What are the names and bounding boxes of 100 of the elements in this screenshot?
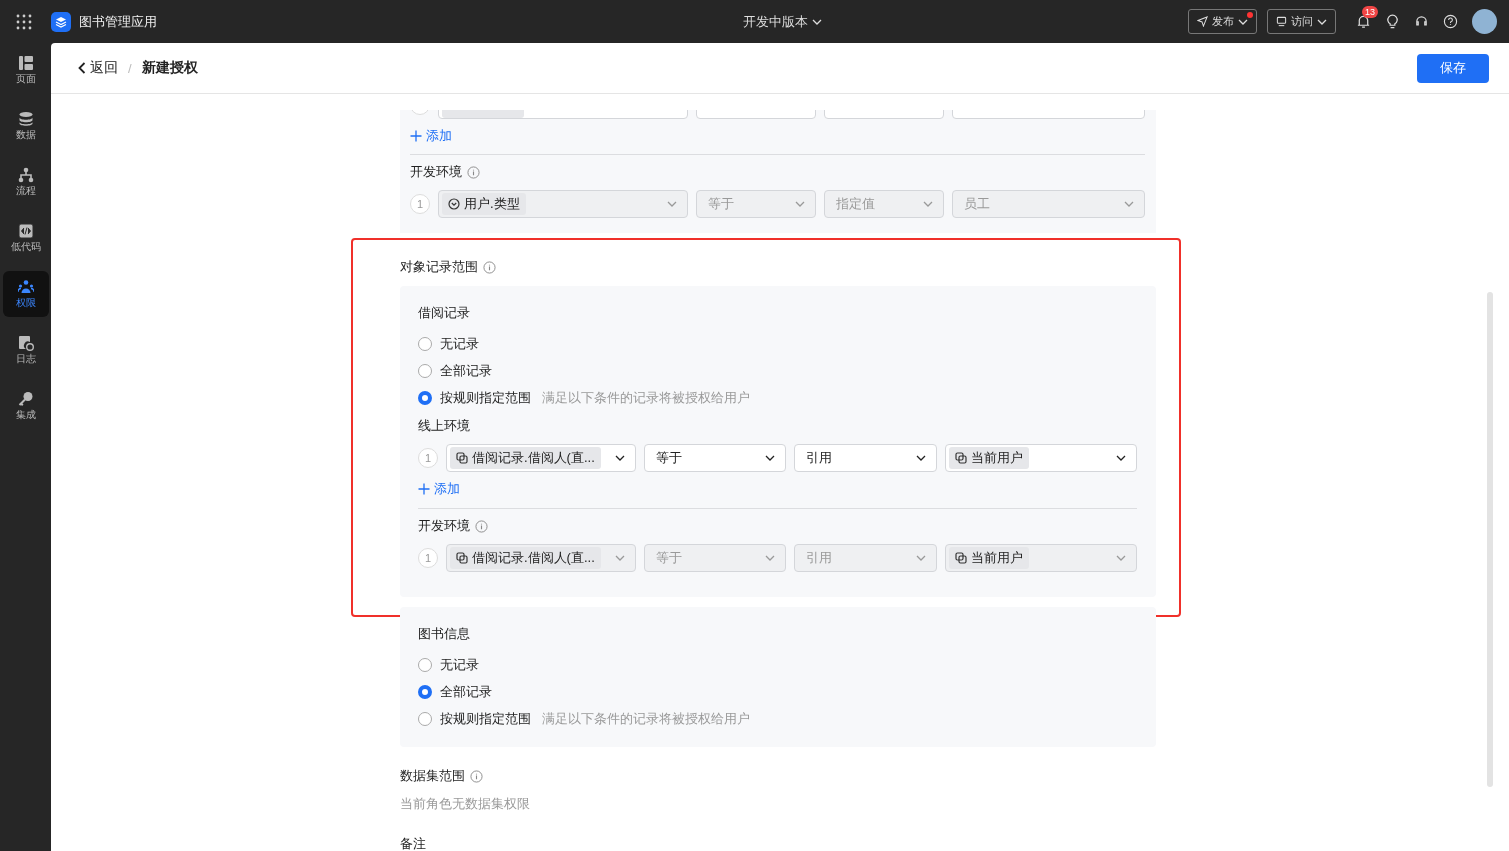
chevron-down-icon	[615, 455, 625, 461]
chevron-down-icon	[1116, 455, 1126, 461]
value-name: 当前用户	[971, 549, 1023, 567]
sidebar-label: 流程	[15, 185, 36, 197]
send-icon	[1197, 16, 1208, 27]
app-name: 图书管理应用	[79, 12, 157, 31]
operator-value: 等于	[707, 195, 734, 213]
sidebar-item[interactable]: 权限	[2, 271, 49, 317]
help-icon[interactable]	[1443, 14, 1458, 29]
radio-label[interactable]: 无记录	[440, 334, 479, 353]
radio-button[interactable]	[418, 657, 432, 672]
sidebar-label: 数据	[15, 129, 36, 141]
info-icon[interactable]	[475, 519, 488, 533]
sidebar-item[interactable]: 集成	[2, 383, 49, 429]
app-grid-icon[interactable]	[16, 13, 32, 30]
field-select[interactable]: 借阅记录.借阅人(直...	[446, 444, 636, 472]
sidebar-item[interactable]: 页面	[2, 47, 49, 93]
chevron-down-icon	[1116, 555, 1126, 561]
save-button[interactable]: 保存	[1417, 53, 1489, 83]
chevron-down-icon	[615, 555, 625, 561]
value-name: 当前用户	[971, 449, 1023, 467]
chevron-down-icon	[1317, 18, 1327, 25]
env-label: 开发环境	[410, 163, 462, 181]
publish-button[interactable]: 发布	[1188, 9, 1257, 34]
flow-icon	[17, 167, 34, 183]
code-icon	[17, 223, 34, 239]
group-title: 借阅记录	[418, 304, 471, 322]
sidebar-item[interactable]: 流程	[2, 159, 49, 205]
page-title: 新建授权	[141, 59, 198, 77]
radio-label[interactable]: 无记录	[440, 655, 479, 674]
chevron-down-icon	[765, 555, 775, 561]
radio-label[interactable]: 按规则指定范围	[440, 709, 531, 728]
sidebar-label: 权限	[15, 297, 36, 309]
notification-badge: 13	[1362, 6, 1378, 18]
operator-value: 等于	[655, 549, 682, 567]
env-label: 开发环境	[418, 517, 470, 535]
link-icon	[456, 552, 468, 564]
value-type-value: 引用	[805, 449, 832, 467]
radio-button[interactable]	[418, 711, 432, 726]
field-name: 用户.类型	[464, 195, 520, 213]
operator-value: 等于	[655, 449, 682, 467]
link-icon	[456, 452, 468, 464]
radio-label[interactable]: 按规则指定范围	[440, 388, 531, 407]
chevron-down-icon	[795, 201, 805, 207]
log-icon	[17, 335, 34, 351]
radio-label[interactable]: 全部记录	[440, 361, 492, 380]
radio-button[interactable]	[418, 684, 432, 699]
radio-button[interactable]	[418, 390, 432, 405]
value-type-value: 引用	[805, 549, 832, 567]
value-type-select[interactable]: 引用	[794, 444, 937, 472]
chevron-down-icon	[1238, 18, 1248, 25]
bell-icon[interactable]	[1356, 14, 1371, 29]
group-title: 图书信息	[418, 625, 471, 643]
user-avatar[interactable]	[1472, 9, 1497, 34]
chevron-left-icon	[78, 62, 86, 74]
sidebar-item[interactable]: 低代码	[2, 215, 49, 261]
value-select[interactable]: 当前用户	[945, 444, 1137, 472]
info-icon[interactable]	[470, 769, 483, 783]
key-icon	[17, 391, 34, 407]
chevron-down-icon	[916, 555, 926, 561]
info-icon[interactable]	[483, 260, 496, 274]
sidebar-label: 低代码	[10, 241, 41, 253]
sidebar-label: 集成	[15, 409, 36, 421]
option-hint: 满足以下条件的记录将被授权给用户	[542, 709, 750, 728]
empty-text: 当前角色无数据集权限	[400, 795, 531, 813]
section-title: 备注	[400, 835, 426, 851]
lightbulb-icon[interactable]	[1385, 14, 1400, 29]
chevron-down-icon	[1124, 201, 1134, 207]
chevron-down-icon	[812, 19, 822, 25]
chevron-down-icon	[923, 201, 933, 207]
add-link[interactable]: 添加	[418, 480, 460, 498]
row-number: 1	[418, 548, 438, 568]
link-icon	[955, 452, 967, 464]
add-link[interactable]: 添加	[410, 127, 452, 145]
radio-button[interactable]	[418, 363, 432, 378]
section-title: 对象记录范围	[400, 258, 478, 276]
breadcrumb-separator: /	[128, 60, 132, 76]
monitor-icon	[1276, 16, 1287, 27]
operator-select[interactable]: 等于	[644, 444, 786, 472]
plus-icon	[418, 483, 430, 495]
env-label: 线上环境	[418, 417, 471, 435]
sidebar-item[interactable]: 日志	[2, 327, 49, 373]
radio-label[interactable]: 全部记录	[440, 682, 492, 701]
info-icon[interactable]	[467, 165, 480, 179]
version-dropdown[interactable]: 开发中版本	[743, 13, 822, 31]
back-link[interactable]: 返回	[78, 59, 118, 77]
chevron-circle-icon	[448, 198, 460, 210]
radio-button[interactable]	[418, 336, 432, 351]
app-logo-icon	[51, 11, 71, 32]
database-icon	[17, 111, 34, 127]
row-number: 1	[410, 194, 430, 214]
sidebar-item[interactable]: 数据	[2, 103, 49, 149]
sidebar-label: 日志	[15, 353, 36, 365]
option-hint: 满足以下条件的记录将被授权给用户	[542, 388, 750, 407]
field-name: 借阅记录.借阅人(直...	[472, 549, 595, 567]
chevron-down-icon	[765, 455, 775, 461]
value-type-value: 指定值	[835, 195, 875, 213]
row-number: 1	[418, 448, 438, 468]
scrollbar[interactable]	[1487, 292, 1493, 787]
visit-button[interactable]: 访问	[1267, 9, 1336, 34]
